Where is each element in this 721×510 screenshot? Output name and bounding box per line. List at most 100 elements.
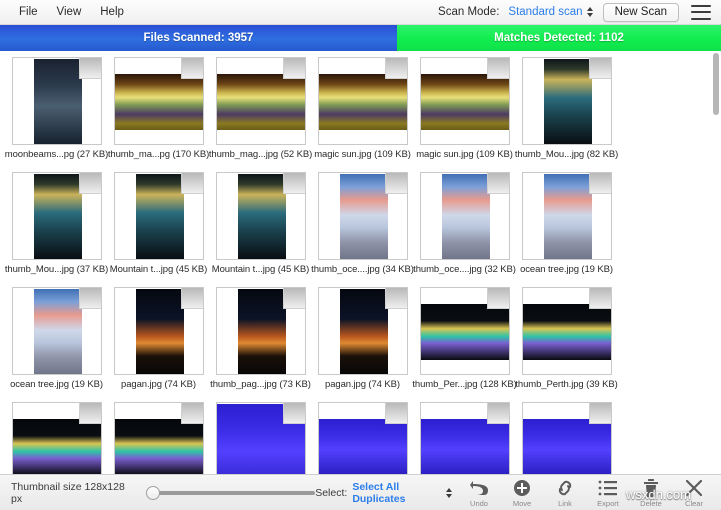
thumbnail-frame[interactable] [11,402,102,474]
thumbnail-cell[interactable]: Mountain t...jpg (45 KB) [108,172,209,287]
thumbnail-frame[interactable] [521,402,612,474]
vertical-scrollbar[interactable] [713,51,719,474]
tool-clear-button[interactable]: Clear [677,478,711,508]
selection-checkbox-badge[interactable] [282,403,305,424]
thumbnail-cell[interactable]: pagan.jpg (74 KB) [108,287,209,402]
selection-checkbox-badge[interactable] [486,58,509,79]
thumbnail-frame[interactable] [419,172,510,260]
bottom-toolbar: Thumbnail size 128x128 px Select: Select… [0,474,721,510]
thumbnail-cell[interactable]: ocean tree.jpg (19 KB) [6,287,107,402]
thumbnail-frame[interactable] [215,57,306,145]
thumbnail-cell[interactable]: thumb_oce....jpg (34 KB) [311,172,414,287]
thumbnail-cell[interactable] [312,402,413,474]
selection-checkbox-badge[interactable] [486,173,509,194]
selection-checkbox-badge[interactable] [588,403,611,424]
trash-can-icon [643,478,659,498]
thumbnail-cell[interactable]: thumb_mag...jpg (52 KB) [209,57,312,172]
selection-checkbox-badge[interactable] [282,173,305,194]
thumbnail-cell[interactable]: Perth.jpg (96 KB) [108,402,209,474]
thumbnail-frame[interactable] [521,287,612,375]
thumbnail-cell[interactable]: thumb_Per...jpg (128 KB) [412,287,517,402]
thumbnail-cell[interactable]: magic sun.jpg (109 KB) [414,57,515,172]
thumbnail-image [216,74,305,130]
selection-checkbox-badge[interactable] [78,288,101,309]
thumbnail-cell[interactable]: Mountain t...jpg (45 KB) [210,172,311,287]
thumbnail-frame[interactable] [113,287,204,375]
scan-mode-label: Scan Mode: [438,6,500,18]
thumbnail-frame[interactable] [419,57,510,145]
selection-checkbox-badge[interactable] [180,288,203,309]
slider-knob[interactable] [146,485,161,500]
selection-checkbox-badge[interactable] [78,58,101,79]
selection-checkbox-badge[interactable] [588,173,611,194]
thumbnail-cell[interactable]: thumb_ma...pg (170 KB) [108,57,209,172]
thumbnail-cell[interactable]: lights .jpg (197 KB) [210,402,311,474]
selection-checkbox-badge[interactable] [588,58,611,79]
thumbnail-frame[interactable] [317,287,408,375]
selection-checkbox-badge[interactable] [486,403,509,424]
thumbnail-frame[interactable] [419,402,510,474]
tool-move-button[interactable]: Move [505,478,539,508]
thumbnail-cell[interactable] [414,402,515,474]
thumbnail-cell[interactable]: thumb_pag...jpg (73 KB) [210,287,311,402]
thumbnail-frame[interactable] [521,172,612,260]
hamburger-menu-icon[interactable] [691,4,711,20]
selection-checkbox-badge[interactable] [282,288,305,309]
thumbnail-frame[interactable] [215,172,306,260]
selection-checkbox-badge[interactable] [486,288,509,309]
selection-checkbox-badge[interactable] [384,58,407,79]
tool-link-button[interactable]: Link [548,478,582,508]
thumbnail-cell[interactable]: magic sun.jpg (109 KB) [312,57,413,172]
selection-checkbox-badge[interactable] [180,58,203,79]
thumbnail-frame[interactable] [317,402,408,474]
select-up-down-chevron-icon[interactable] [445,487,452,499]
selection-checkbox-badge[interactable] [180,173,203,194]
thumbnail-frame[interactable] [215,287,306,375]
thumbnail-caption: thumb_Perth.jpg (39 KB) [515,379,618,390]
thumbnail-cell[interactable]: Perth.jpg (96 KB) [6,402,107,474]
thumbnail-frame[interactable] [11,287,102,375]
selection-checkbox-badge[interactable] [78,173,101,194]
selection-checkbox-badge[interactable] [282,58,305,79]
selection-checkbox-badge[interactable] [384,173,407,194]
thumbnail-cell[interactable]: thumb_oce....jpg (32 KB) [413,172,516,287]
thumbnail-frame[interactable] [317,172,408,260]
tool-delete-button[interactable]: Delete [634,478,668,508]
thumbnail-cell[interactable]: thumb_Perth.jpg (39 KB) [515,287,618,402]
thumbnail-cell[interactable]: ocean tree.jpg (19 KB) [516,172,617,287]
menu-item-view[interactable]: View [55,4,84,20]
thumbnail-frame[interactable] [11,57,102,145]
selection-checkbox-badge[interactable] [180,403,203,424]
thumbnail-cell[interactable]: moonbeams...pg (27 KB) [5,57,108,172]
tool-undo-button[interactable]: Undo [462,478,496,508]
thumbnail-frame[interactable] [113,172,204,260]
scan-mode-dropdown[interactable]: Standard scan [508,6,593,18]
thumbnail-image [237,174,286,259]
selection-checkbox-badge[interactable] [78,403,101,424]
thumbnail-frame[interactable] [113,57,204,145]
thumbnail-size-slider[interactable] [146,485,316,500]
menu-item-help[interactable]: Help [98,4,126,20]
selection-checkbox-badge[interactable] [588,288,611,309]
new-scan-button[interactable]: New Scan [602,2,679,22]
select-group: Select: Select All Duplicates [315,481,462,505]
thumbnail-frame[interactable] [215,402,306,474]
tool-export-button[interactable]: Export [591,478,625,508]
thumbnail-frame[interactable] [317,57,408,145]
thumbnail-cell[interactable]: pagan.jpg (74 KB) [312,287,413,402]
thumbnail-caption: Mountain t...jpg (45 KB) [109,264,208,275]
thumbnail-frame[interactable] [113,402,204,474]
thumbnail-frame[interactable] [11,172,102,260]
scrollbar-thumb[interactable] [713,53,719,115]
thumbnail-frame[interactable] [521,57,612,145]
select-all-duplicates-dropdown[interactable]: Select All Duplicates [352,481,441,505]
selection-checkbox-badge[interactable] [384,288,407,309]
tool-label: Move [512,498,532,508]
thumbnail-cell[interactable]: thumb_Mou...jpg (37 KB) [5,172,108,287]
menu-item-file[interactable]: File [17,4,40,20]
selection-checkbox-badge[interactable] [384,403,407,424]
matches-detected-bar: Matches Detected: 1102 [397,25,721,51]
thumbnail-frame[interactable] [419,287,510,375]
thumbnail-cell[interactable] [516,402,617,474]
thumbnail-cell[interactable]: thumb_Mou...jpg (82 KB) [515,57,618,172]
